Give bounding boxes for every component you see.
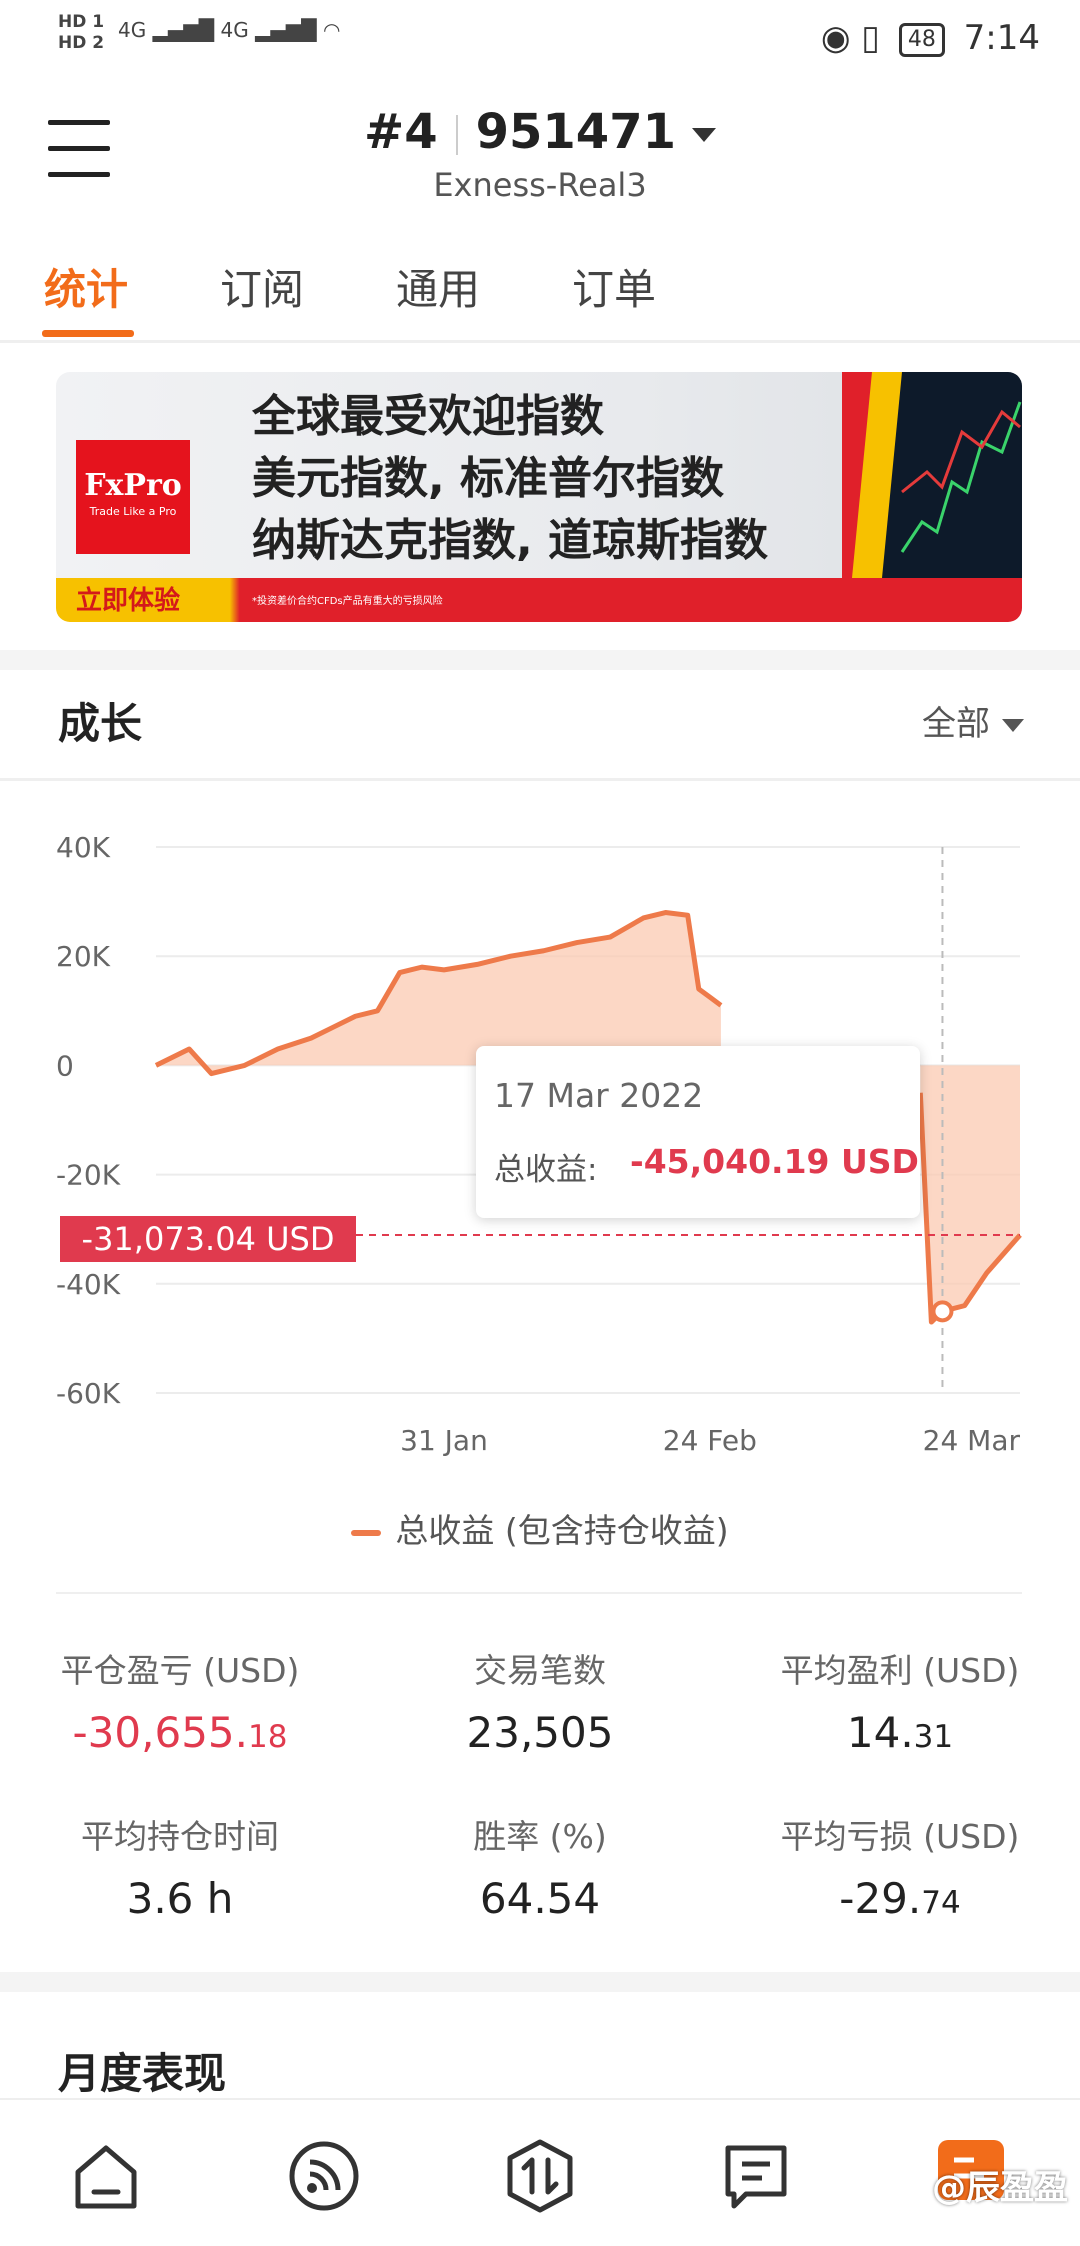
chart-legend[interactable]: 总收益 (包含持仓收益)	[0, 1504, 1080, 1552]
banner-chart-image	[842, 372, 1022, 578]
avg-hold-value: 3.6 h	[126, 1874, 234, 1923]
network-indicators: 4G ▂▄▆█ 4G ▂▄▆█ ◠	[118, 18, 340, 42]
active-tab-indicator	[42, 330, 134, 337]
banner-line-1: 全球最受欢迎指数	[252, 391, 604, 442]
account-server: Exness-Real3	[433, 166, 647, 204]
account-selector[interactable]: #4 951471 Exness-Real3	[0, 104, 1080, 204]
avg-hold-label: 平均持仓时间	[81, 1817, 279, 1856]
growth-divider	[0, 778, 1080, 781]
legend-swatch	[351, 1529, 382, 1536]
signal-bars-icon: ▂▄▆█	[255, 18, 317, 42]
avg-profit-label: 平均盈利 (USD)	[780, 1651, 1020, 1690]
y-tick-label: 40K	[56, 831, 111, 864]
avg-loss-int: -29.	[839, 1874, 922, 1923]
caret-down-icon	[1002, 719, 1024, 732]
network1-label: 4G	[118, 18, 147, 42]
banner-risk-note: *投资差价合约CFDs产品有重大的亏损风险	[252, 596, 443, 607]
signal-bars-icon: ▂▄▆█	[152, 18, 215, 42]
chart-tooltip: 17 Mar 2022 总收益: -45,040.19 USD	[476, 1046, 920, 1218]
network2-label: 4G	[220, 18, 249, 42]
trades-value: 23,505	[466, 1708, 614, 1757]
trade-icon[interactable]	[500, 2136, 580, 2216]
sim-indicators: HD 1 HD 2	[58, 12, 104, 54]
closed-pnl-dec: 18	[248, 1719, 288, 1755]
eye-icon: ◉	[820, 18, 851, 58]
growth-filter-dropdown[interactable]: 全部	[922, 696, 1024, 745]
avg-profit-int: 14.	[846, 1708, 914, 1757]
logo-tagline: Trade Like a Pro	[89, 505, 177, 518]
y-tick-label: -20K	[56, 1159, 121, 1192]
section-gap	[0, 650, 1080, 670]
y-tick-label: -40K	[56, 1268, 121, 1301]
status-right: ◉ ▯ 48 7:14	[821, 18, 1040, 58]
clock: 7:14	[963, 18, 1040, 58]
watermark: @辰盈盈	[932, 2168, 1068, 2208]
growth-filter-label: 全部	[922, 704, 990, 744]
status-bar: HD 1 HD 2 4G ▂▄▆█ 4G ▂▄▆█ ◠ ◉ ▯ 48 7:14	[0, 0, 1080, 80]
banner-headline: 全球最受欢迎指数 美元指数, 标准普尔指数 纳斯达克指数, 道琼斯指数	[252, 386, 768, 572]
avg-loss-dec: 74	[921, 1885, 961, 1921]
y-tick-label: 20K	[56, 940, 111, 973]
tooltip-date: 17 Mar 2022	[494, 1076, 704, 1115]
sim2-label: HD 2	[58, 33, 105, 53]
home-icon[interactable]	[66, 2136, 146, 2216]
banner-line-3: 纳斯达克指数, 道琼斯指数	[252, 515, 769, 566]
section-gap	[0, 1972, 1080, 1992]
vibrate-icon: ▯	[861, 18, 881, 58]
hover-point	[931, 1300, 954, 1323]
closed-pnl-int: -30,655.	[72, 1708, 248, 1757]
closed-pnl-value: -30,655.18	[30, 1708, 330, 1757]
tab-general[interactable]: 通用	[396, 256, 480, 317]
stats-divider	[56, 1592, 1022, 1594]
tooltip-label: 总收益:	[494, 1152, 598, 1188]
tooltip-value: -45,040.19 USD	[630, 1142, 919, 1181]
growth-title: 成长	[58, 699, 143, 748]
signal-icon[interactable]	[284, 2136, 364, 2216]
current-value-label: -31,073.04 USD	[60, 1216, 356, 1262]
avg-profit-value: 14.31	[750, 1708, 1050, 1757]
caret-down-icon	[692, 128, 716, 142]
x-tick-label: 24 Mar	[923, 1424, 1021, 1457]
battery-icon: 48	[898, 22, 945, 57]
monthly-performance-title: 月度表现	[58, 2049, 227, 2098]
trades-label: 交易笔数	[474, 1651, 606, 1690]
wifi-icon: ◠	[322, 18, 341, 42]
closed-pnl-label: 平仓盈亏 (USD)	[60, 1651, 300, 1690]
avg-loss-label: 平均亏损 (USD)	[780, 1817, 1020, 1856]
account-number: 951471	[475, 104, 676, 160]
banner-cta-button[interactable]: 立即体验	[76, 580, 180, 617]
tab-stats[interactable]: 统计	[44, 256, 128, 317]
y-tick-label: -60K	[56, 1377, 121, 1410]
avg-loss-value: -29.74	[750, 1874, 1050, 1923]
x-tick-label: 31 Jan	[400, 1424, 488, 1457]
logo-name: FxPro	[84, 468, 182, 503]
account-separator	[455, 115, 458, 155]
avg-profit-dec: 31	[913, 1719, 954, 1755]
news-icon[interactable]	[716, 2136, 796, 2216]
legend-label: 总收益 (包含持仓收益)	[395, 1511, 729, 1550]
bottom-nav	[0, 2098, 1080, 2246]
tab-orders[interactable]: 订单	[572, 256, 656, 317]
fxpro-logo: FxPro Trade Like a Pro	[76, 440, 190, 554]
banner-strip	[56, 578, 1022, 622]
tab-subscribe[interactable]: 订阅	[220, 256, 304, 317]
ad-banner[interactable]: FxPro Trade Like a Pro 全球最受欢迎指数 美元指数, 标准…	[56, 372, 1022, 622]
banner-line-2: 美元指数, 标准普尔指数	[252, 453, 725, 504]
account-title: #4 951471	[0, 104, 1080, 160]
sim1-label: HD 1	[58, 12, 105, 32]
x-tick-label: 24 Feb	[663, 1424, 757, 1457]
win-rate-label: 胜率 (%)	[473, 1817, 607, 1856]
account-prefix: #4	[363, 104, 438, 160]
y-tick-label: 0	[56, 1049, 74, 1082]
tabs-divider	[0, 340, 1080, 343]
win-rate-value: 64.54	[479, 1874, 601, 1923]
